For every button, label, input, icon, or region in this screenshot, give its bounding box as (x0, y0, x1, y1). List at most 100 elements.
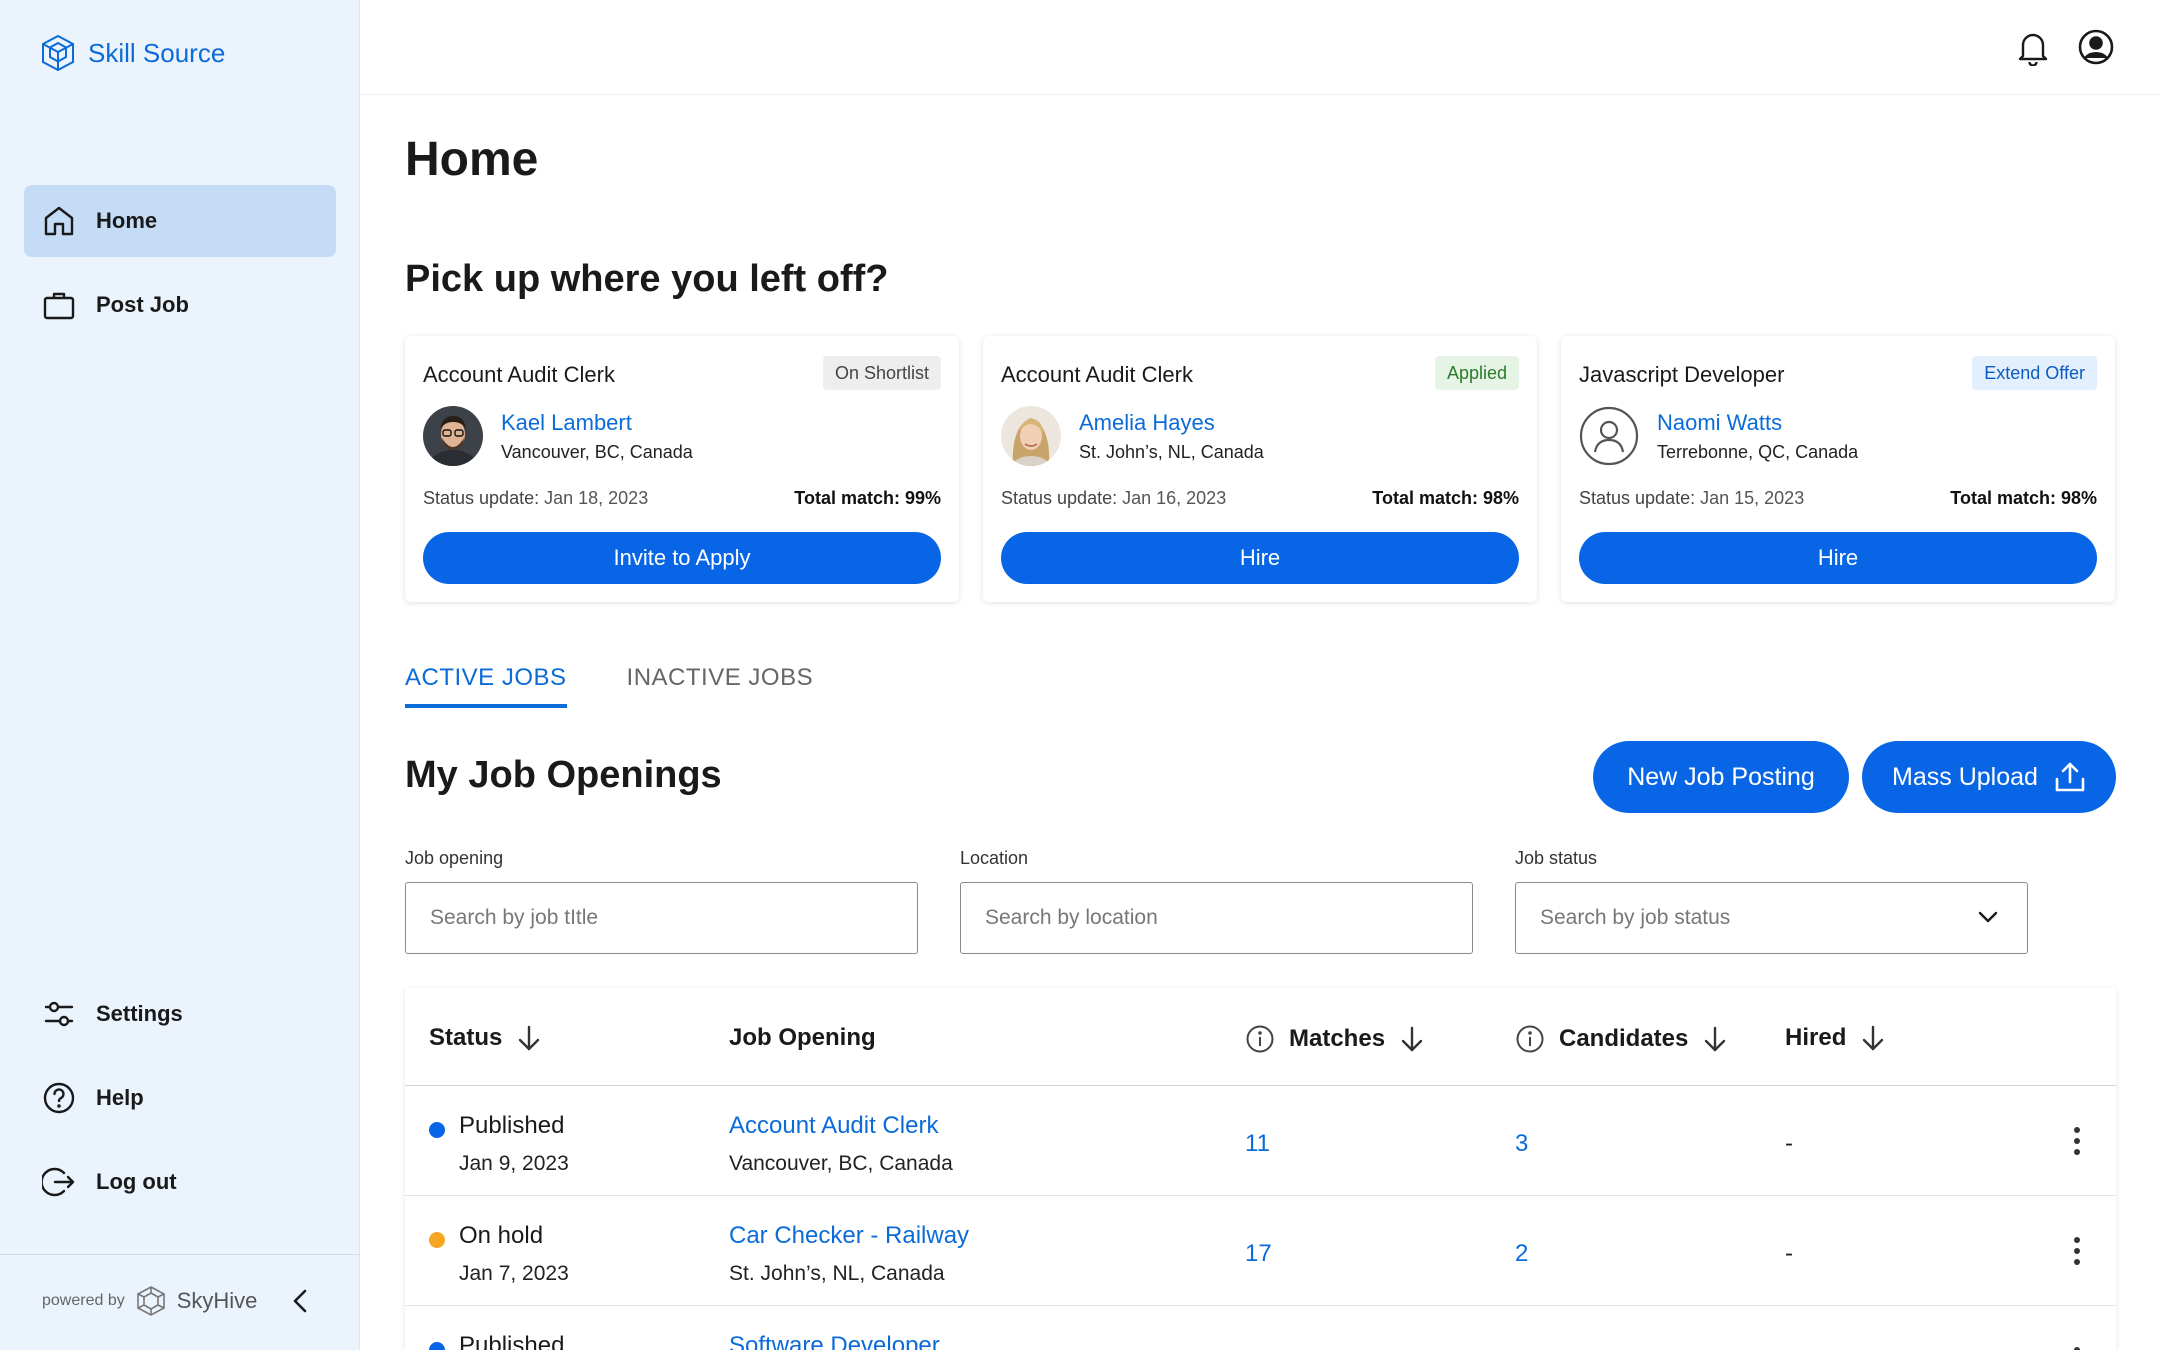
brand-logo[interactable]: Skill Source (40, 34, 225, 72)
row-date: Jan 9, 2023 (459, 1152, 569, 1175)
status-update-label: Status update: (423, 488, 540, 508)
logout-icon (42, 1165, 76, 1199)
hire-button[interactable]: Hire (1001, 532, 1519, 584)
candidate-name-link[interactable]: Naomi Watts (1657, 410, 1782, 436)
hired-count: - (1785, 1130, 1793, 1157)
status-badge: Applied (1434, 356, 1519, 390)
table-row: Published Jan 9, 2023 Account Audit Cler… (405, 1086, 2116, 1196)
candidate-name-link[interactable]: Amelia Hayes (1079, 410, 1215, 436)
nav-post-job-label: Post Job (96, 292, 189, 317)
job-opening-search-input[interactable]: Search by job tItle (405, 882, 918, 954)
hired-header-label: Hired (1785, 1024, 1847, 1051)
candidate-location: St. John’s, NL, Canada (1079, 442, 1264, 462)
nav-help[interactable]: Help (24, 1062, 336, 1134)
skyhive-logo-icon (135, 1285, 167, 1317)
candidates-column-header[interactable]: Candidates (1515, 1024, 1728, 1054)
page-title: Home (405, 133, 539, 186)
sort-arrow-down-icon (516, 1024, 542, 1052)
status-update-label: Status update: (1579, 488, 1696, 508)
upload-icon (2054, 761, 2086, 793)
row-status: On hold (459, 1222, 544, 1249)
avatar (1001, 406, 1061, 466)
matches-count-link[interactable]: 11 (1245, 1130, 1270, 1158)
job-openings-title: My Job Openings (405, 754, 722, 796)
job-location: St. John’s, NL, Canada (729, 1262, 945, 1285)
status-dot (429, 1342, 445, 1350)
invite-to-apply-button[interactable]: Invite to Apply (423, 532, 941, 584)
status-column-header[interactable]: Status (429, 1024, 542, 1052)
job-tabs: ACTIVE JOBS INACTIVE JOBS (405, 664, 813, 708)
row-status: Published (459, 1112, 565, 1139)
table-row: On hold Jan 7, 2023 Car Checker - Railwa… (405, 1196, 2116, 1306)
candidate-card: Account Audit Clerk On Shortlist Kael La… (405, 336, 959, 602)
info-icon[interactable] (1515, 1024, 1545, 1054)
candidates-header-label: Candidates (1559, 1025, 1689, 1052)
sidebar: Skill Source Home Post Job Settings Help… (0, 0, 360, 1350)
job-status-select[interactable]: Search by job status (1515, 882, 2028, 954)
collapse-sidebar-chevron-left-icon[interactable] (288, 1287, 312, 1315)
brand-name: Skill Source (88, 37, 226, 68)
more-vertical-icon[interactable] (2065, 1344, 2089, 1350)
hire-button[interactable]: Hire (1579, 532, 2097, 584)
more-vertical-icon[interactable] (2065, 1234, 2089, 1268)
nav-settings-label: Settings (96, 1001, 183, 1026)
nav-logout-label: Log out (96, 1169, 177, 1194)
candidate-location: Terrebonne, QC, Canada (1657, 442, 1859, 462)
sliders-icon (42, 997, 76, 1031)
new-job-posting-label: New Job Posting (1627, 762, 1815, 791)
card-job-title: Javascript Developer (1579, 362, 1785, 387)
job-opening-header-label: Job Opening (729, 1024, 876, 1051)
table-row: Published Software Developer (405, 1306, 2116, 1350)
job-opening-link[interactable]: Account Audit Clerk (729, 1112, 938, 1140)
job-openings-table: Status Job Opening Matches Candidates Hi… (405, 988, 2116, 1350)
notifications-bell-icon[interactable] (2017, 30, 2049, 66)
candidates-count-link[interactable]: 3 (1515, 1130, 1528, 1158)
new-job-posting-button[interactable]: New Job Posting (1593, 741, 1849, 813)
sidebar-footer: powered by SkyHive (0, 1254, 360, 1350)
sort-arrow-down-icon (1860, 1024, 1886, 1052)
account-circle-icon[interactable] (2077, 28, 2115, 66)
job-opening-filter-label: Job opening (405, 848, 504, 868)
status-update-date: Jan 18, 2023 (544, 488, 649, 508)
total-match: Total match: 99% (794, 488, 941, 508)
tab-inactive-jobs[interactable]: INACTIVE JOBS (627, 664, 814, 708)
candidate-location: Vancouver, BC, Canada (501, 442, 693, 462)
vendor-name: SkyHive (176, 1288, 258, 1313)
tab-active-jobs[interactable]: ACTIVE JOBS (405, 664, 567, 708)
briefcase-icon (42, 288, 76, 322)
location-search-input[interactable]: Search by location (960, 882, 1473, 954)
powered-by-text: powered by (42, 1292, 125, 1309)
info-icon[interactable] (1245, 1024, 1275, 1054)
avatar-placeholder-icon (1579, 406, 1639, 466)
candidates-count-link[interactable]: 2 (1515, 1240, 1528, 1268)
nav-home-label: Home (96, 208, 158, 233)
candidate-name-link[interactable]: Kael Lambert (501, 410, 632, 436)
hired-column-header[interactable]: Hired (1785, 1024, 1886, 1052)
more-vertical-icon[interactable] (2065, 1124, 2089, 1158)
status-badge: Extend Offer (1972, 356, 2097, 390)
job-status-placeholder: Search by job status (1540, 906, 1731, 929)
matches-header-label: Matches (1289, 1025, 1386, 1052)
cube-logo-icon (40, 34, 76, 72)
job-location: Vancouver, BC, Canada (729, 1152, 953, 1175)
job-opening-column-header: Job Opening (729, 1024, 876, 1052)
matches-count-link[interactable]: 17 (1245, 1240, 1272, 1268)
status-dot (429, 1232, 445, 1248)
nav-home[interactable]: Home (24, 185, 336, 257)
total-match: Total match: 98% (1372, 488, 1519, 508)
status-update-date: Jan 15, 2023 (1700, 488, 1805, 508)
status-update: Status update: Jan 15, 2023 (1579, 488, 1804, 509)
total-match: Total match: 98% (1950, 488, 2097, 508)
job-opening-link[interactable]: Car Checker - Railway (729, 1222, 969, 1250)
mass-upload-button[interactable]: Mass Upload (1862, 741, 2116, 813)
nav-logout[interactable]: Log out (24, 1146, 336, 1218)
candidate-card: Account Audit Clerk Applied Amelia Hayes… (983, 336, 1537, 602)
nav-settings[interactable]: Settings (24, 978, 336, 1050)
top-bar (361, 0, 2160, 95)
job-opening-link[interactable]: Software Developer (729, 1332, 940, 1350)
nav-post-job[interactable]: Post Job (24, 269, 336, 341)
card-job-title: Account Audit Clerk (1001, 362, 1193, 387)
matches-column-header[interactable]: Matches (1245, 1024, 1425, 1054)
location-placeholder: Search by location (985, 906, 1158, 929)
card-job-title: Account Audit Clerk (423, 362, 615, 387)
